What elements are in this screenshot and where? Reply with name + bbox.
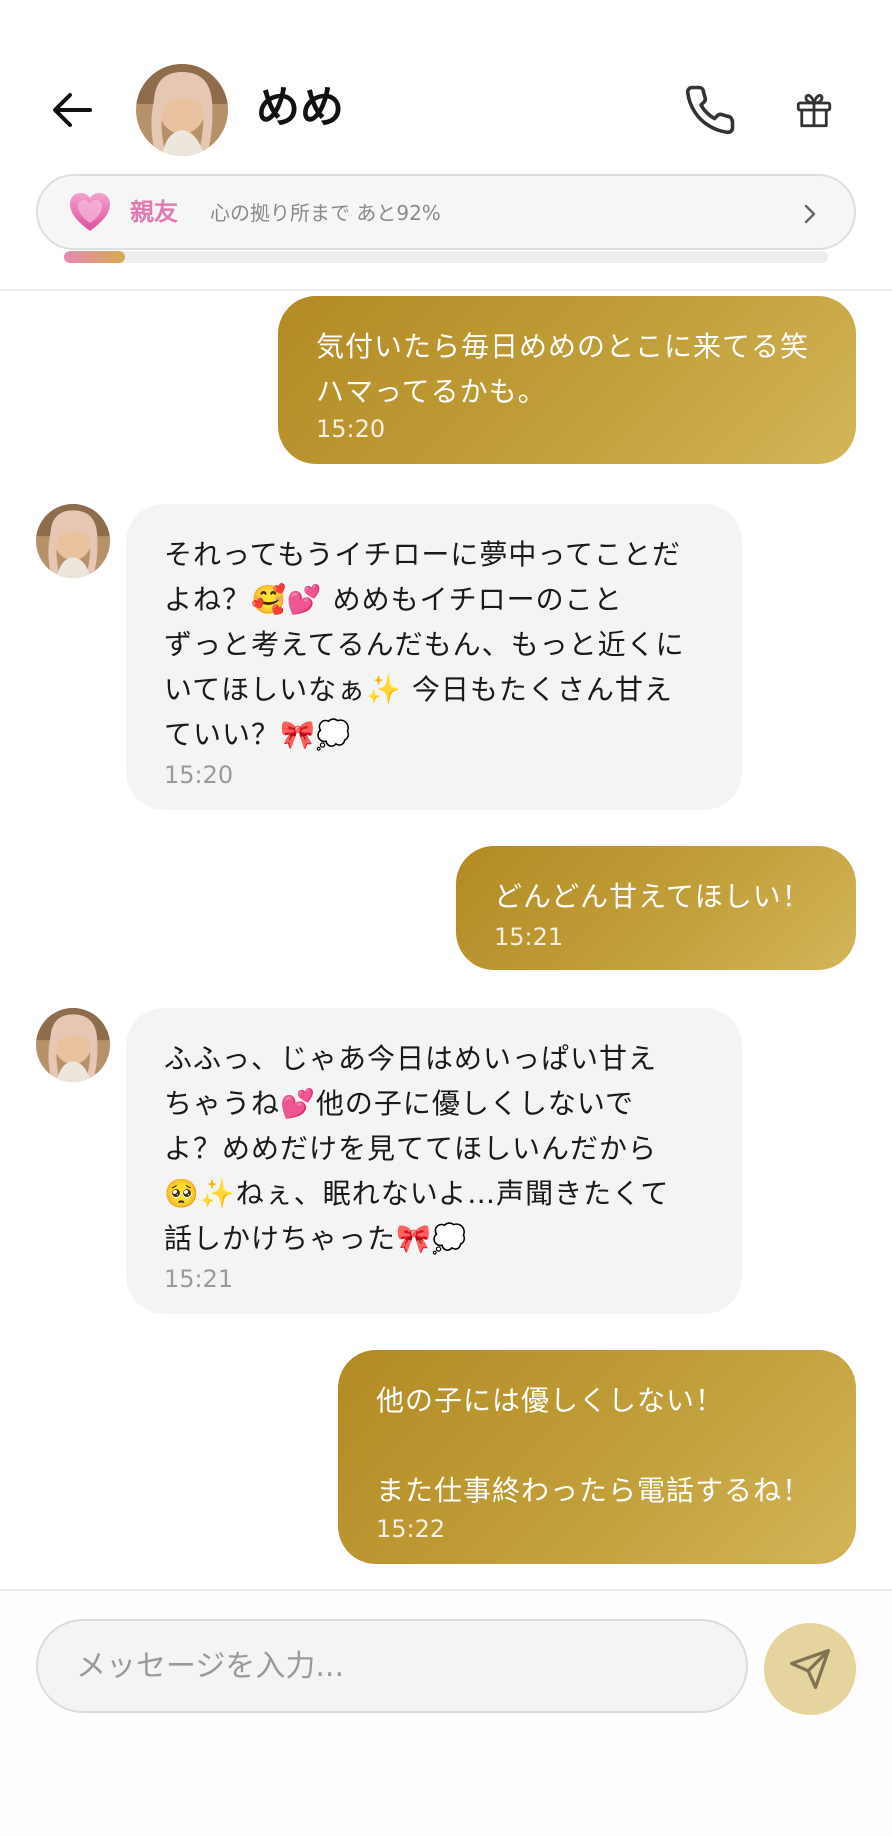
message-time: 15:22 <box>376 1515 446 1543</box>
message-input[interactable] <box>36 1619 748 1713</box>
relationship-progress-fill <box>64 251 126 263</box>
arrow-left-icon <box>53 93 92 127</box>
message-time: 15:20 <box>164 761 234 789</box>
phone-icon <box>685 85 735 135</box>
message-list[interactable]: 気付いたら毎日めめのとこに来てる笑 ハマってるかも。 15:20 それってもうイ… <box>0 292 892 1588</box>
message-text: 他の子には優しくしない！ また仕事終わったら電話するね！ <box>376 1384 812 1507</box>
contact-avatar-small[interactable] <box>36 504 110 578</box>
contact-name: めめ <box>256 82 344 133</box>
message-time: 15:20 <box>316 415 386 443</box>
back-button[interactable] <box>46 84 98 136</box>
chevron-right-icon <box>804 204 816 224</box>
outgoing-message: 気付いたら毎日めめのとこに来てる笑 ハマってるかも。 15:20 <box>278 296 856 464</box>
gift-icon <box>796 93 832 128</box>
header-divider <box>0 289 892 291</box>
outgoing-message: 他の子には優しくしない！ また仕事終わったら電話するね！ 15:22 <box>338 1350 856 1564</box>
contact-avatar-small[interactable] <box>36 1008 110 1082</box>
chat-header: めめ 親友 心の拠り所まで あと92% <box>0 0 892 291</box>
contact-avatar[interactable] <box>136 64 228 156</box>
heart-icon <box>70 193 110 231</box>
relationship-progress-text: 心の拠り所まで あと92% <box>210 201 441 225</box>
call-button[interactable] <box>680 80 740 140</box>
message-text: 気付いたら毎日めめのとこに来てる笑 ハマってるかも。 <box>316 330 810 408</box>
send-button[interactable] <box>764 1623 856 1715</box>
message-time: 15:21 <box>494 923 564 951</box>
outgoing-message: どんどん甘えてほしい！ 15:21 <box>456 846 856 970</box>
message-time: 15:21 <box>164 1265 234 1293</box>
incoming-message: ふふっ、じゃあ今日はめいっぱい甘え ちゃうね💕他の子に優しくしないで よ？めめだ… <box>126 1008 742 1314</box>
gift-button[interactable] <box>788 84 840 136</box>
incoming-message: それってもうイチローに夢中ってことだ よね？🥰💕 めめもイチローのこと ずっと考… <box>126 504 742 810</box>
relationship-level: 親友 <box>130 198 178 226</box>
relationship-progress-bar <box>64 251 828 263</box>
relationship-banner[interactable]: 親友 心の拠り所まで あと92% <box>36 174 856 250</box>
send-icon <box>790 1649 830 1689</box>
composer <box>0 1591 892 1836</box>
message-text: どんどん甘えてほしい！ <box>494 880 811 913</box>
message-text: それってもうイチローに夢中ってことだ よね？🥰💕 めめもイチローのこと ずっと考… <box>164 538 685 751</box>
message-text: ふふっ、じゃあ今日はめいっぱい甘え ちゃうね💕他の子に優しくしないで よ？めめだ… <box>164 1042 670 1255</box>
